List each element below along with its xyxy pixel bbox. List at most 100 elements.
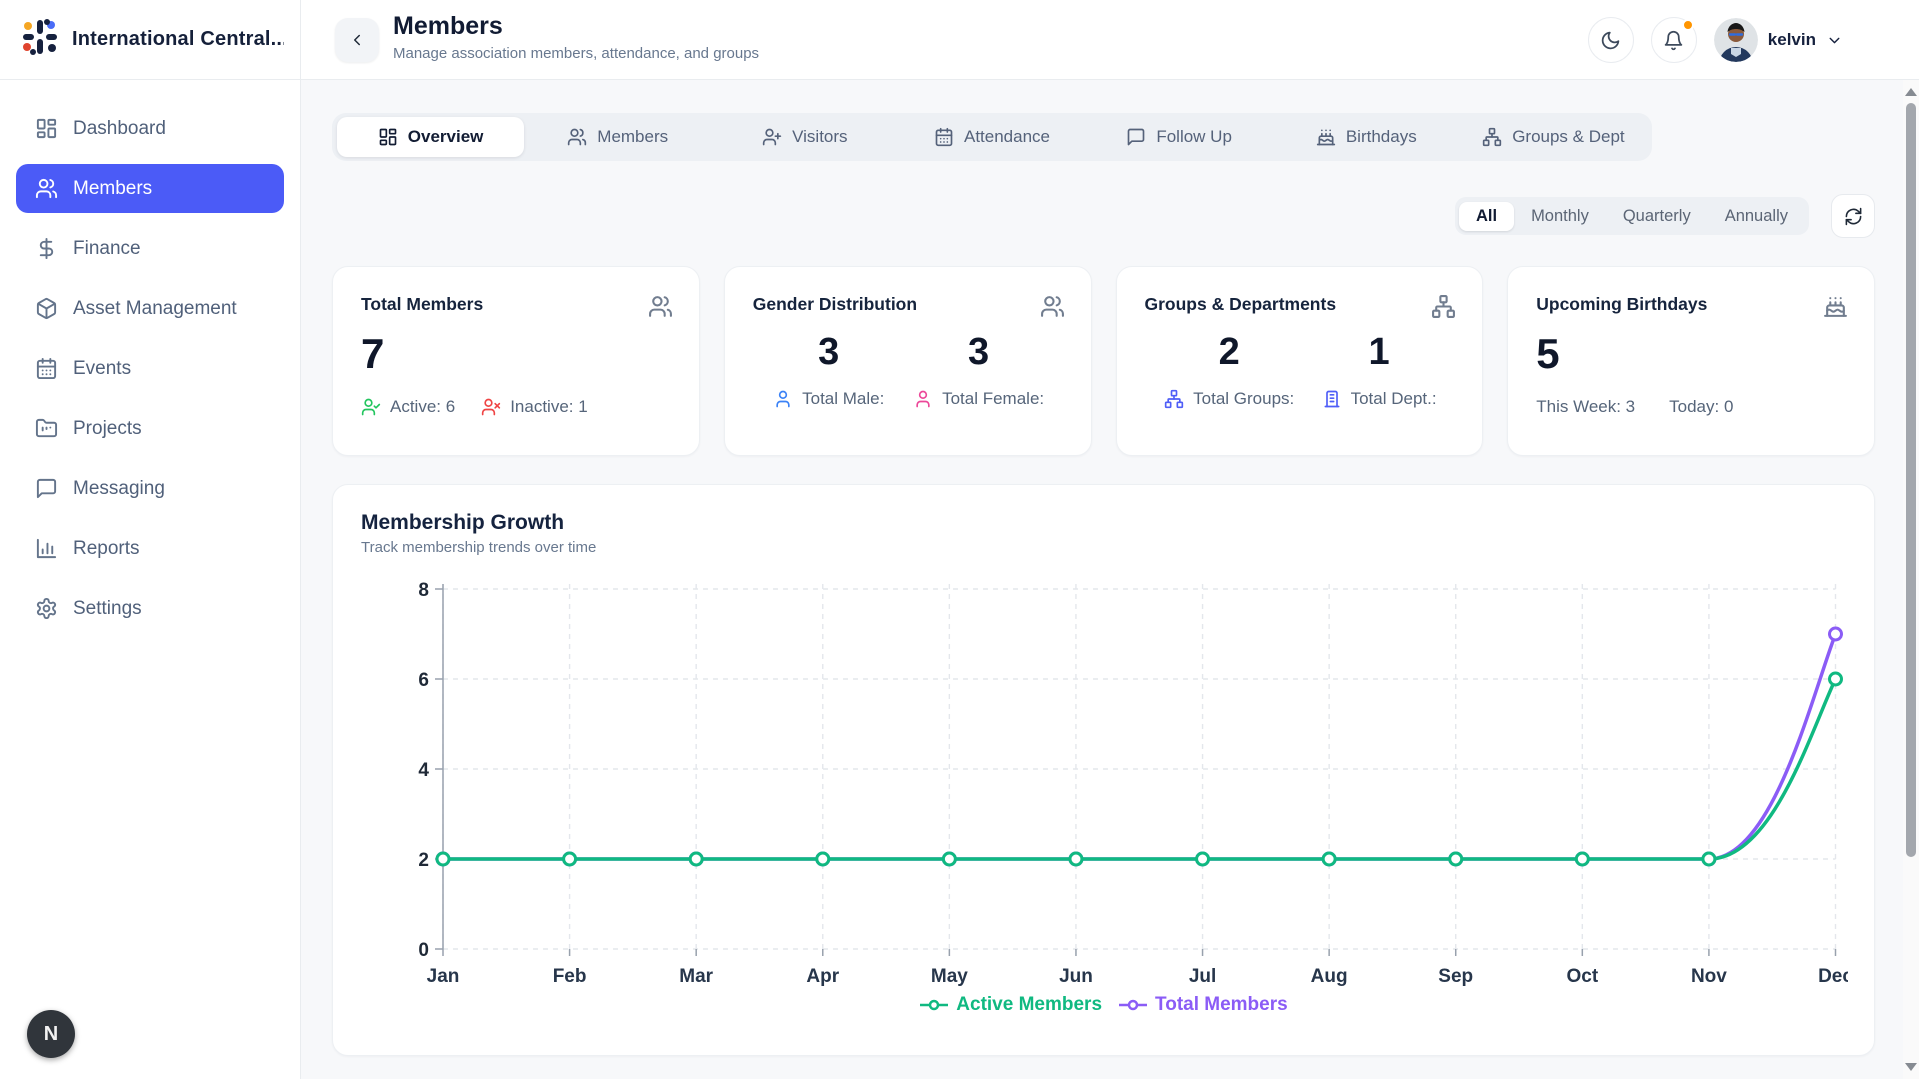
user-check-icon bbox=[361, 397, 381, 417]
sidebar-item-finance[interactable]: Finance bbox=[16, 224, 284, 273]
scrollbar-up-arrow[interactable] bbox=[1905, 88, 1917, 96]
calendar-icon bbox=[35, 357, 58, 380]
sidebar-item-label: Events bbox=[73, 358, 131, 380]
tab-label: Follow Up bbox=[1156, 127, 1232, 147]
notifications-button[interactable] bbox=[1651, 17, 1697, 63]
package-icon bbox=[35, 297, 58, 320]
calendar-icon bbox=[934, 127, 954, 147]
svg-text:0: 0 bbox=[418, 940, 429, 961]
svg-text:Mar: Mar bbox=[679, 966, 713, 987]
sidebar-item-label: Dashboard bbox=[73, 118, 166, 140]
total-male-value: 3 bbox=[818, 333, 839, 371]
network-icon bbox=[1164, 389, 1184, 409]
stat-label: Total Female: bbox=[942, 389, 1044, 409]
svg-text:Sep: Sep bbox=[1438, 966, 1473, 987]
message-square-icon bbox=[35, 477, 58, 500]
groups-column: 2 Total Groups: bbox=[1164, 325, 1294, 409]
sidebar-item-label: Messaging bbox=[73, 478, 165, 500]
tab-visitors[interactable]: Visitors bbox=[711, 117, 898, 157]
sidebar-item-messaging[interactable]: Messaging bbox=[16, 464, 284, 513]
sidebar-item-settings[interactable]: Settings bbox=[16, 584, 284, 633]
refresh-icon bbox=[1844, 207, 1863, 226]
sidebar-item-projects[interactable]: Projects bbox=[16, 404, 284, 453]
floating-n-button[interactable]: N bbox=[27, 1010, 75, 1058]
moon-icon bbox=[1600, 30, 1621, 51]
sidebar-item-dashboard[interactable]: Dashboard bbox=[16, 104, 284, 153]
svg-text:Aug: Aug bbox=[1311, 966, 1348, 987]
total-female-value: 3 bbox=[968, 333, 989, 371]
chevron-left-icon bbox=[348, 31, 366, 49]
filter-all[interactable]: All bbox=[1459, 202, 1514, 231]
tab-label: Visitors bbox=[792, 127, 847, 147]
user-menu[interactable]: kelvin bbox=[1714, 18, 1843, 62]
stat-cards: Total Members 7 Active: 6 Inactive: 1 Ge… bbox=[332, 266, 1875, 456]
tab-overview[interactable]: Overview bbox=[337, 117, 524, 157]
sidebar-item-events[interactable]: Events bbox=[16, 344, 284, 393]
avatar bbox=[1714, 18, 1758, 62]
sidebar-item-label: Settings bbox=[73, 598, 142, 620]
layout-grid-icon bbox=[378, 127, 398, 147]
folder-icon bbox=[35, 417, 58, 440]
top-actions: kelvin bbox=[1588, 0, 1843, 80]
svg-text:8: 8 bbox=[418, 580, 429, 601]
gear-icon bbox=[35, 597, 58, 620]
layout-grid-icon bbox=[35, 117, 58, 140]
chart-subtitle: Track membership trends over time bbox=[361, 539, 1846, 556]
card-upcoming-birthdays: Upcoming Birthdays 5 This Week: 3 Today:… bbox=[1507, 266, 1875, 456]
user-icon bbox=[773, 389, 793, 409]
legend-marker-icon bbox=[919, 999, 949, 1011]
period-filter: All Monthly Quarterly Annually bbox=[1455, 197, 1809, 235]
chart-title: Membership Growth bbox=[361, 511, 1846, 535]
tab-groups-dept[interactable]: Groups & Dept bbox=[1460, 117, 1647, 157]
refresh-button[interactable] bbox=[1831, 194, 1875, 238]
app-window: International Central... Dashboard Membe… bbox=[0, 0, 1919, 1079]
user-plus-icon bbox=[762, 127, 782, 147]
filter-quarterly[interactable]: Quarterly bbox=[1606, 202, 1708, 231]
page-head: Members Manage association members, atte… bbox=[393, 12, 759, 62]
back-button[interactable] bbox=[335, 18, 379, 62]
stat-label: Total Dept.: bbox=[1351, 389, 1437, 409]
card-groups-departments: Groups & Departments 2 Total Groups: 1 T… bbox=[1116, 266, 1484, 456]
theme-toggle-button[interactable] bbox=[1588, 17, 1634, 63]
brand-name: International Central... bbox=[72, 28, 284, 51]
stat-today: Today: 0 bbox=[1669, 397, 1733, 417]
legend-label: Total Members bbox=[1155, 994, 1288, 1016]
total-dept-value: 1 bbox=[1369, 333, 1390, 371]
tab-follow-up[interactable]: Follow Up bbox=[1086, 117, 1273, 157]
scrollbar bbox=[1903, 80, 1919, 1079]
sidebar-item-members[interactable]: Members bbox=[16, 164, 284, 213]
cake-icon bbox=[1823, 294, 1848, 319]
network-icon bbox=[1431, 294, 1456, 319]
tab-birthdays[interactable]: Birthdays bbox=[1273, 117, 1460, 157]
filter-monthly[interactable]: Monthly bbox=[1514, 202, 1606, 231]
notification-dot bbox=[1682, 19, 1694, 31]
tab-label: Groups & Dept bbox=[1512, 127, 1624, 147]
tab-attendance[interactable]: Attendance bbox=[898, 117, 1085, 157]
message-square-icon bbox=[1126, 127, 1146, 147]
tab-label: Members bbox=[597, 127, 668, 147]
stat-inactive: Inactive: 1 bbox=[481, 397, 588, 417]
tab-members[interactable]: Members bbox=[524, 117, 711, 157]
svg-text:Jul: Jul bbox=[1189, 966, 1216, 987]
page-title: Members bbox=[393, 12, 759, 41]
svg-text:Jan: Jan bbox=[427, 966, 460, 987]
svg-text:Nov: Nov bbox=[1691, 966, 1727, 987]
topbar: Members Manage association members, atte… bbox=[301, 0, 1919, 80]
chart-legend: Active Members Total Members bbox=[361, 994, 1846, 1016]
tab-label: Birthdays bbox=[1346, 127, 1417, 147]
brand[interactable]: International Central... bbox=[0, 0, 300, 80]
sidebar-item-reports[interactable]: Reports bbox=[16, 524, 284, 573]
membership-growth-chart: 02468JanFebMarAprMayJunJulAugSepOctNovDe… bbox=[361, 564, 1848, 994]
legend-label: Active Members bbox=[956, 994, 1102, 1016]
tabbar: Overview Members Visitors Attendance Fol… bbox=[332, 113, 1652, 161]
sidebar-item-asset-management[interactable]: Asset Management bbox=[16, 284, 284, 333]
sidebar-item-label: Projects bbox=[73, 418, 142, 440]
scrollbar-down-arrow[interactable] bbox=[1905, 1063, 1917, 1071]
scrollbar-thumb[interactable] bbox=[1906, 103, 1916, 857]
svg-text:6: 6 bbox=[418, 670, 429, 691]
filter-annually[interactable]: Annually bbox=[1708, 202, 1805, 231]
upcoming-birthdays-value: 5 bbox=[1536, 333, 1848, 375]
svg-text:4: 4 bbox=[418, 760, 429, 781]
page-subtitle: Manage association members, attendance, … bbox=[393, 45, 759, 62]
sidebar-item-label: Asset Management bbox=[73, 298, 237, 320]
